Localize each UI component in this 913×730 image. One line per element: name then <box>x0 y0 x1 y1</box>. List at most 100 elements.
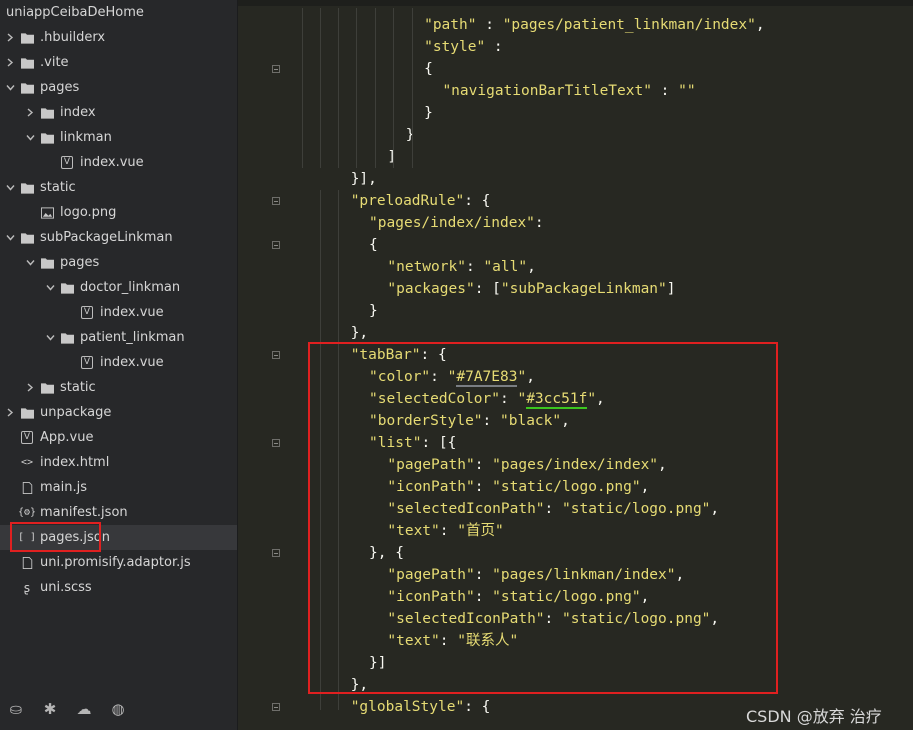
chevron-right-icon[interactable] <box>4 408 16 417</box>
folder-icon <box>20 181 34 195</box>
fold-toggle-icon[interactable] <box>272 703 280 711</box>
tree-item[interactable]: index <box>0 100 237 125</box>
folder-icon <box>20 231 34 245</box>
code-line[interactable]: { <box>424 58 433 80</box>
code-line[interactable]: ] <box>387 146 396 168</box>
code-line[interactable]: "packages": ["subPackageLinkman"] <box>387 278 675 300</box>
chevron-right-icon[interactable] <box>4 33 16 42</box>
tree-item[interactable]: doctor_linkman <box>0 275 237 300</box>
code-punctuation: : <box>534 215 544 231</box>
code-editor[interactable]: "path" : "pages/patient_linkman/index", "… <box>238 0 913 730</box>
code-line[interactable]: "navigationBarTitleText" : "" <box>442 80 695 102</box>
code-string: "preloadRule" <box>350 193 465 209</box>
indent-guide <box>320 8 321 168</box>
tree-item[interactable]: subPackageLinkman <box>0 225 237 250</box>
indent-guide <box>356 8 357 168</box>
code-string: "pages/patient_linkman/index" <box>502 17 756 33</box>
code-line[interactable]: }, <box>351 322 368 344</box>
tree-item[interactable]: static <box>0 375 237 400</box>
code-string: "packages" <box>387 281 475 297</box>
tree-item[interactable]: static <box>0 175 237 200</box>
tree-item-label: index.vue <box>80 155 144 170</box>
tree-item[interactable]: Vindex.vue <box>0 150 237 175</box>
code-line[interactable]: } <box>369 300 378 322</box>
scss-icon: ʂ <box>23 580 31 595</box>
folder-icon <box>20 81 34 95</box>
tree-item[interactable]: pages <box>0 75 237 100</box>
fold-toggle-icon[interactable] <box>272 439 280 447</box>
code-line[interactable]: { <box>369 234 378 256</box>
bug-icon[interactable]: ✱ <box>40 700 60 718</box>
code-line[interactable]: "path" : "pages/patient_linkman/index", <box>424 14 765 36</box>
code-string: "navigationBarTitleText" <box>442 83 652 99</box>
code-punctuation: } <box>405 127 415 143</box>
tree-item[interactable]: uniappCeibaDeHome <box>0 0 237 25</box>
fold-toggle-icon[interactable] <box>272 197 280 205</box>
tree-item-label: manifest.json <box>40 505 128 520</box>
chevron-down-icon[interactable] <box>4 183 16 192</box>
code-line[interactable]: } <box>406 124 415 146</box>
tree-item-label: static <box>60 380 96 395</box>
folder-icon <box>40 131 54 145</box>
tree-item-label: logo.png <box>60 205 117 220</box>
folder-icon <box>60 331 74 345</box>
bicycle-icon[interactable]: ⛀ <box>6 700 26 718</box>
tree-item-label: index.html <box>40 455 110 470</box>
code-line[interactable]: "network": "all", <box>387 256 535 278</box>
chevron-down-icon[interactable] <box>24 258 36 267</box>
code-line[interactable]: "preloadRule": { <box>351 190 491 212</box>
chevron-down-icon[interactable] <box>4 233 16 242</box>
tree-item[interactable]: Vindex.vue <box>0 350 237 375</box>
editor-tab-strip[interactable] <box>238 0 913 6</box>
vue-file-icon: V <box>60 156 74 170</box>
code-line[interactable]: "style" : <box>424 36 503 58</box>
fold-toggle-icon[interactable] <box>272 351 280 359</box>
code-punctuation: }, <box>350 325 369 341</box>
code-line[interactable]: }], <box>351 168 377 190</box>
chevron-right-icon[interactable] <box>24 108 36 117</box>
fold-toggle-icon[interactable] <box>272 549 280 557</box>
code-line[interactable]: "pages/index/index": <box>369 212 544 234</box>
tree-item[interactable]: .vite <box>0 50 237 75</box>
fold-toggle-icon[interactable] <box>272 65 280 73</box>
tree-item[interactable]: uni.promisify.adaptor.js <box>0 550 237 575</box>
code-punctuation: : <box>465 259 484 275</box>
tree-item-label: pages <box>40 80 80 95</box>
cloud-icon[interactable]: ☁ <box>74 700 94 718</box>
code-string: "all" <box>483 259 528 275</box>
indent-guide <box>375 8 376 168</box>
tree-item-label: patient_linkman <box>80 330 185 345</box>
tree-item[interactable]: V App.vue <box>0 425 237 450</box>
code-string: "pages/index/index" <box>369 215 535 231</box>
tree-item[interactable]: logo.png <box>0 200 237 225</box>
tree-item[interactable]: main.js <box>0 475 237 500</box>
tree-item[interactable]: linkman <box>0 125 237 150</box>
indent-guide <box>302 8 303 168</box>
code-line[interactable]: } <box>424 102 433 124</box>
tree-item-label: index.vue <box>100 355 164 370</box>
tree-item-label: App.vue <box>40 430 94 445</box>
tree-item[interactable]: ʂ uni.scss <box>0 575 237 600</box>
file-icon <box>20 556 34 570</box>
folder-icon <box>40 381 54 395</box>
folder-icon <box>20 31 34 45</box>
fold-toggle-icon[interactable] <box>272 241 280 249</box>
tree-item[interactable]: patient_linkman <box>0 325 237 350</box>
tree-item[interactable]: unpackage <box>0 400 237 425</box>
tree-item[interactable]: Vindex.vue <box>0 300 237 325</box>
chevron-right-icon[interactable] <box>24 383 36 392</box>
chevron-down-icon[interactable] <box>44 283 56 292</box>
chevron-right-icon[interactable] <box>4 58 16 67</box>
chevron-down-icon[interactable] <box>4 83 16 92</box>
tree-item[interactable]: .hbuilderx <box>0 25 237 50</box>
chevron-down-icon[interactable] <box>44 333 56 342</box>
tree-item[interactable]: pages <box>0 250 237 275</box>
globe-icon[interactable]: ◍ <box>108 700 128 718</box>
code-punctuation: : { <box>464 699 491 715</box>
sidebar-toolbar: ⛀ ✱ ☁ ◍ <box>0 694 237 724</box>
code-string: "subPackageLinkman" <box>500 281 667 297</box>
code-line[interactable]: "globalStyle": { <box>351 696 491 718</box>
tree-item-label: uni.scss <box>40 580 92 595</box>
chevron-down-icon[interactable] <box>24 133 36 142</box>
tree-item[interactable]: <> index.html <box>0 450 237 475</box>
